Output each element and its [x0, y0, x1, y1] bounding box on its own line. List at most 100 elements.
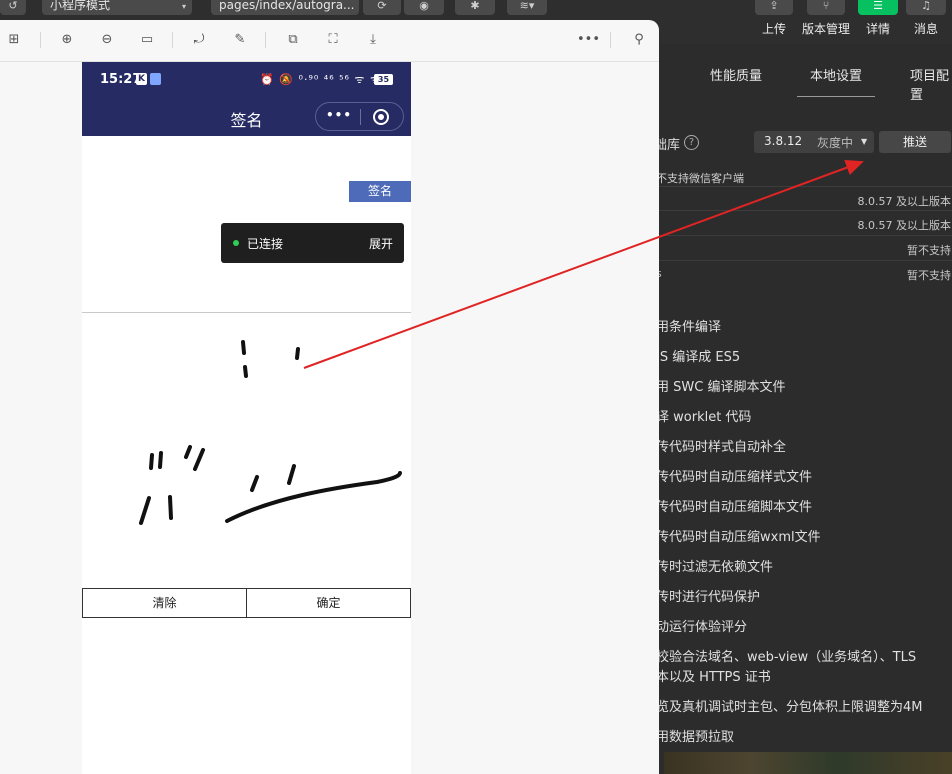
kv-row: 8.0.57 及以上版本	[650, 186, 952, 211]
grid-icon[interactable]: ⊞	[5, 31, 23, 49]
version-mgmt-label[interactable]: 版本管理	[796, 20, 856, 37]
help-icon[interactable]: ?	[684, 135, 699, 150]
kv-value: 8.0.57 及以上版本	[857, 195, 951, 208]
phone-preview: 15:27 K ⏰ 🔕 ⁰·⁹⁰ ⁴⁶ ⁵⁶ ᯤ ᯤ 35 签名 ••• 签名 …	[82, 62, 411, 774]
scan-icon[interactable]: ⛶	[324, 31, 342, 49]
option-experience-score[interactable]: 动运行体验评分	[656, 616, 747, 635]
version-channel: 灰度中	[817, 136, 854, 150]
download-icon[interactable]: ⤓	[364, 31, 382, 49]
signature-stroke	[193, 448, 205, 471]
status-icons: ⏰ 🔕 ⁰·⁹⁰ ⁴⁶ ⁵⁶ ᯤ ᯤ	[260, 73, 381, 86]
refresh-icon[interactable]: ⟳	[363, 0, 401, 15]
layers-icon[interactable]: ≋▾	[507, 0, 547, 15]
kv-value: 暂不支持	[907, 269, 951, 282]
page-path-select[interactable]: pages/index/autogra...	[211, 0, 359, 15]
kv-value: 暂不支持	[907, 244, 951, 257]
signature-stroke	[158, 451, 163, 469]
kv-row: 8.0.57 及以上版本	[650, 210, 952, 235]
push-button[interactable]: 推送	[879, 131, 951, 153]
battery-icon: 35	[374, 74, 393, 85]
separator	[172, 32, 173, 48]
page-path-label: pages/index/autogra...	[219, 0, 355, 12]
signature-stroke	[295, 347, 300, 360]
caret-down-icon: ▼	[861, 137, 868, 146]
confirm-button[interactable]: 确定	[246, 588, 411, 618]
tab-performance[interactable]: 性能质量	[710, 65, 762, 84]
more-dots-icon[interactable]: •••	[326, 108, 352, 122]
signature-stroke	[149, 453, 154, 470]
debug-bug-icon[interactable]: ✱	[455, 0, 495, 15]
option-swc[interactable]: 用 SWC 编译脚本文件	[656, 376, 785, 395]
translate-icon[interactable]: ⧉	[284, 31, 302, 49]
upload-button-label[interactable]: 上传	[744, 20, 804, 37]
option-size-limit[interactable]: 览及真机调试时主包、分包体积上限调整为4M	[656, 696, 923, 715]
separator	[610, 32, 611, 48]
option-es5[interactable]: JS 编译成 ES5	[656, 346, 740, 365]
details-icon[interactable]: ☰	[858, 0, 898, 15]
preview-eye-icon[interactable]: ◉	[404, 0, 444, 15]
signature-stroke	[287, 464, 296, 485]
option-minify-style[interactable]: 传代码时自动压缩样式文件	[656, 466, 812, 485]
chevron-down-icon: ▾	[181, 2, 186, 11]
option-code-protect[interactable]: 传时进行代码保护	[656, 586, 760, 605]
settings-panel: ⌈ 性能质量 本地设置 项目配置 础库 ? 3.8.12 灰度中 ▼ 推送 不支…	[650, 44, 952, 774]
active-tab-indicator	[797, 96, 875, 97]
tab-project-config[interactable]: 项目配置	[910, 65, 952, 103]
fit-screen-icon[interactable]: ▭	[138, 31, 156, 49]
signature-stroke	[184, 445, 192, 459]
rotate-icon[interactable]: ⤾	[190, 31, 208, 49]
nav-bar: 签名 •••	[82, 98, 411, 136]
option-style-autoprefix[interactable]: 传代码时样式自动补全	[656, 436, 786, 455]
separator	[265, 32, 266, 48]
zoom-out-icon[interactable]: ⊖	[98, 31, 116, 49]
connected-dot-icon	[233, 240, 239, 246]
mode-select[interactable]: 小程序模式 ▾	[42, 0, 192, 15]
messages-label[interactable]: 消息	[896, 20, 952, 37]
option-worklet[interactable]: 译 worklet 代码	[656, 406, 751, 425]
base-lib-version-select[interactable]: 3.8.12 灰度中 ▼	[754, 131, 874, 153]
kv-row: 暂不支持	[650, 235, 952, 260]
status-bar: 15:27 K ⏰ 🔕 ⁰·⁹⁰ ⁴⁶ ⁵⁶ ᯤ ᯤ 35	[82, 62, 411, 98]
signature-stroke	[243, 365, 248, 378]
status-badge-k: K	[136, 73, 147, 85]
sign-button[interactable]: 签名	[349, 181, 411, 202]
version-number: 3.8.12	[764, 134, 803, 148]
connection-status: 已连接	[247, 237, 284, 251]
option-minify-wxml[interactable]: 传代码时自动压缩wxml文件	[656, 526, 821, 545]
option-minify-script[interactable]: 传代码时自动压缩脚本文件	[656, 496, 812, 515]
background-image	[664, 752, 952, 774]
zoom-in-icon[interactable]: ⊕	[58, 31, 76, 49]
option-filter-unused[interactable]: 传时过滤无依赖文件	[656, 556, 773, 575]
bell-icon[interactable]: ♫	[906, 0, 946, 15]
signature-stroke	[250, 475, 259, 492]
simulator-toolbar: ⊞ ⊕ ⊖ ▭ ⤾ ✎ ⧉ ⛶ ⤓ ••• ⚲	[0, 20, 659, 62]
signature-stroke	[225, 471, 402, 523]
message-icon	[150, 73, 161, 85]
option-validate-domain-line2: 本以及 HTTPS 证书	[656, 670, 771, 685]
mode-select-label: 小程序模式	[50, 0, 111, 12]
expand-button[interactable]: 展开	[369, 235, 393, 252]
connection-toast: 已连接 展开	[221, 223, 404, 263]
option-data-prefetch[interactable]: 用数据预拉取	[656, 726, 734, 745]
kv-value: 8.0.57 及以上版本	[857, 219, 951, 232]
clear-button[interactable]: 清除	[82, 588, 247, 618]
separator	[40, 32, 41, 48]
signature-stroke	[241, 340, 246, 355]
kv-row: s 暂不支持	[650, 260, 952, 285]
tab-local-settings[interactable]: 本地设置	[810, 65, 862, 84]
branch-icon[interactable]: ⑂	[807, 0, 845, 15]
signature-stroke	[168, 495, 173, 520]
capsule-divider	[360, 109, 361, 125]
signature-stroke	[139, 496, 151, 525]
close-target-icon[interactable]	[373, 109, 389, 125]
signature-canvas[interactable]	[82, 313, 411, 588]
option-validate-domain[interactable]: 校验合法域名、web-view（业务域名）、TLS	[656, 646, 916, 665]
upload-icon[interactable]: ⇪	[755, 0, 793, 15]
menu-capsule: •••	[315, 102, 404, 131]
back-icon[interactable]: ↺	[0, 0, 26, 15]
pin-icon[interactable]: ⚲	[630, 31, 648, 49]
option-conditional-compile[interactable]: 用条件编译	[656, 316, 721, 335]
more-icon[interactable]: •••	[577, 31, 600, 49]
support-note: 不支持微信客户端	[656, 172, 744, 185]
edit-icon[interactable]: ✎	[231, 31, 249, 49]
